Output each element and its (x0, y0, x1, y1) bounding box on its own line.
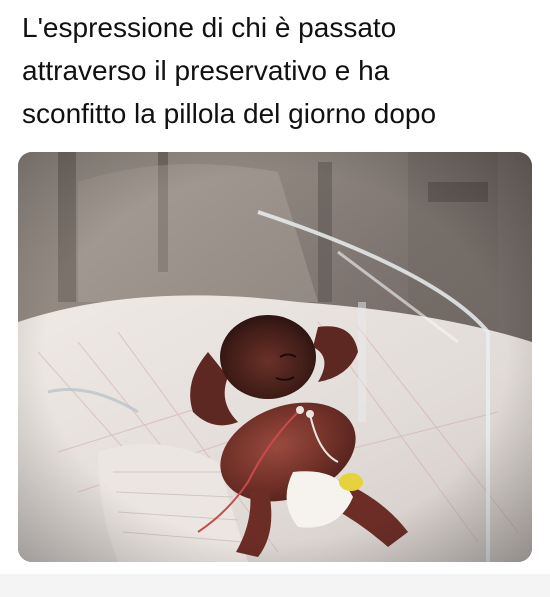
caption-line-1: L'espressione di chi è passato (22, 12, 397, 43)
caption-line-3: sconfitto la pillola del giorno dopo (22, 98, 437, 129)
newborn-incubator-illustration (18, 152, 532, 562)
meme-photo (18, 152, 532, 562)
meme-caption: L'espressione di chi è passato attravers… (22, 6, 532, 135)
meme-post: L'espressione di chi è passato attravers… (0, 0, 550, 597)
caption-line-2: attraverso il preservativo e ha (22, 55, 390, 86)
bottom-strip (0, 574, 550, 597)
